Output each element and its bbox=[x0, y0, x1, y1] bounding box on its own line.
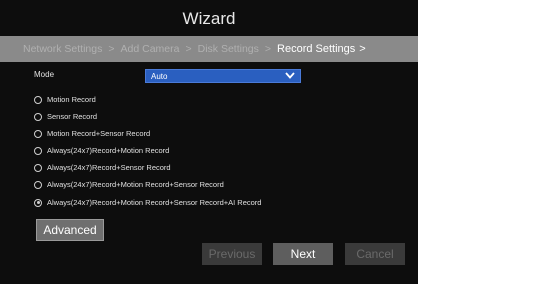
cancel-button[interactable]: Cancel bbox=[345, 243, 405, 265]
step-disk-settings: Disk Settings bbox=[197, 43, 259, 55]
wizard-steps: Network Settings > Add Camera > Disk Setting… bbox=[0, 36, 418, 62]
option-motion-record[interactable]: Motion Record bbox=[34, 95, 96, 104]
step-record-settings: Record Settings bbox=[277, 43, 356, 55]
option-always-motion-sensor-record[interactable]: Always(24x7)Record+Motion Record+Sensor … bbox=[34, 180, 224, 189]
option-motion-sensor-record[interactable]: Motion Record+Sensor Record bbox=[34, 129, 150, 138]
step-separator: > bbox=[185, 43, 192, 55]
chevron-down-icon bbox=[285, 72, 295, 79]
mode-select[interactable]: Auto bbox=[145, 69, 301, 83]
mode-select-value: Auto bbox=[151, 72, 168, 81]
option-always-motion-sensor-ai-record[interactable]: Always(24x7)Record+Motion Record+Sensor … bbox=[34, 198, 261, 207]
previous-button[interactable]: Previous bbox=[202, 243, 262, 265]
option-sensor-record[interactable]: Sensor Record bbox=[34, 112, 97, 121]
dialog-title: Wizard bbox=[182, 9, 236, 28]
step-add-camera: Add Camera bbox=[120, 43, 180, 55]
step-separator: > bbox=[108, 43, 115, 55]
next-button[interactable]: Next bbox=[273, 243, 333, 265]
advanced-button[interactable]: Advanced bbox=[36, 219, 104, 241]
step-separator: > bbox=[264, 43, 272, 55]
step-trailing-arrow: > bbox=[359, 43, 366, 55]
option-always-sensor-record[interactable]: Always(24x7)Record+Sensor Record bbox=[34, 163, 171, 172]
radio-button[interactable] bbox=[34, 112, 42, 121]
option-label: Motion Record bbox=[47, 95, 96, 104]
option-label: Always(24x7)Record+Motion Record+Sensor … bbox=[47, 180, 224, 189]
wizard-dialog: Wizard Network Settings > Add Camera > Disk … bbox=[0, 0, 418, 284]
radio-button[interactable] bbox=[34, 180, 42, 189]
radio-button-selected[interactable] bbox=[34, 198, 42, 207]
option-label: Always(24x7)Record+Motion Record bbox=[47, 146, 170, 155]
radio-button[interactable] bbox=[34, 146, 42, 155]
step-network-settings: Network Settings bbox=[23, 43, 103, 55]
option-label: Motion Record+Sensor Record bbox=[47, 129, 151, 138]
option-always-motion-record[interactable]: Always(24x7)Record+Motion Record bbox=[34, 146, 169, 155]
option-label: Sensor Record bbox=[47, 112, 98, 121]
radio-button[interactable] bbox=[34, 95, 42, 104]
radio-button[interactable] bbox=[34, 129, 42, 138]
option-label: Always(24x7)Record+Motion Record+Sensor … bbox=[47, 198, 262, 207]
mode-label: Mode bbox=[34, 70, 55, 79]
radio-button[interactable] bbox=[34, 163, 42, 172]
option-label: Always(24x7)Record+Sensor Record bbox=[47, 163, 171, 172]
